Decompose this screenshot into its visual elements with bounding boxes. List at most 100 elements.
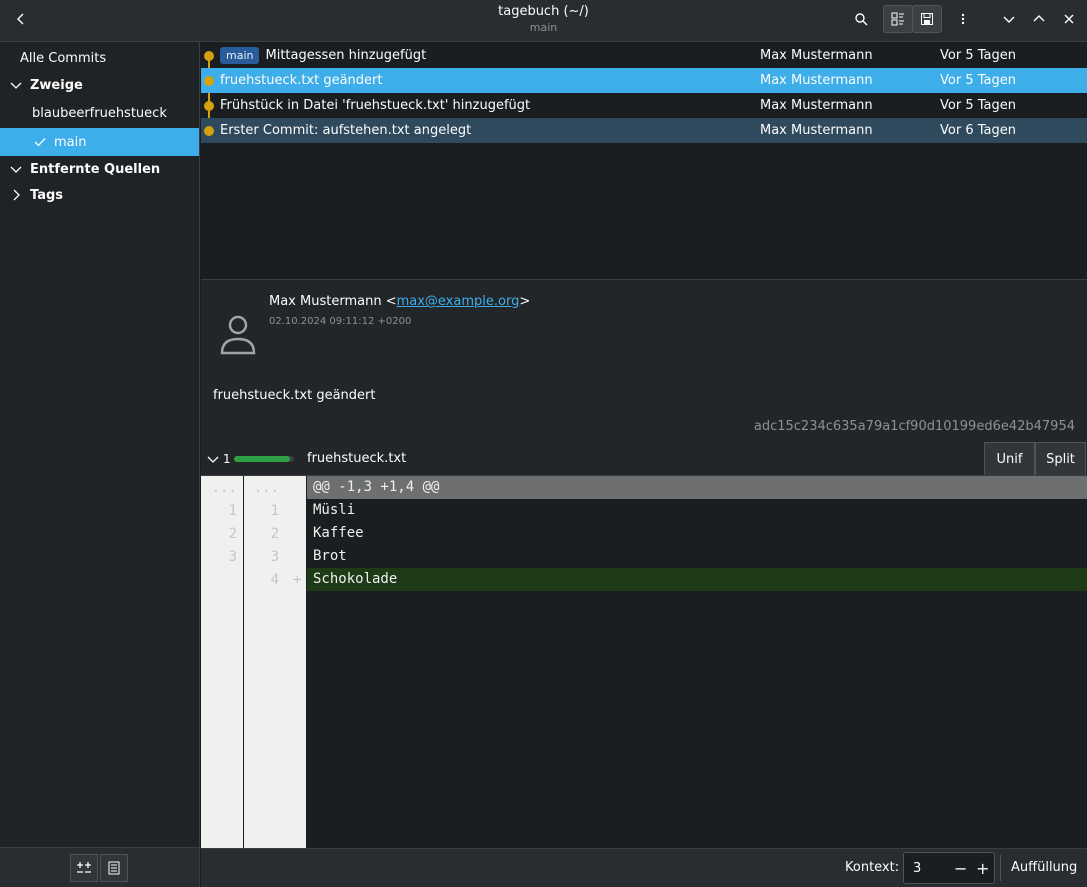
commit-node — [204, 76, 214, 86]
old-line-number: 1 — [228, 503, 237, 519]
new-line-number: 3 — [270, 549, 279, 565]
sidebar-section-label: Entfernte Quellen — [30, 161, 161, 177]
minimize-button[interactable] — [994, 5, 1024, 33]
status-bar: Kontext: 3 − + Auffüllung — [201, 848, 1087, 887]
diff-line: 1 1 Müsli — [201, 499, 1087, 522]
diff-view: ... ... @@ -1,3 +1,4 @@ 1 1 Müsli 2 2 Ka… — [201, 476, 1087, 848]
plus-minus-icon — [77, 862, 91, 873]
commit-hash[interactable]: adc15c234c635a79a1cf90d10199ed6e42b47954 — [754, 419, 1075, 434]
commit-message-cell: Frühstück in Datei 'fruehstueck.txt' hin… — [220, 98, 530, 113]
unified-view-button[interactable]: Unif — [984, 442, 1035, 475]
menu-button[interactable] — [948, 5, 978, 33]
diff-line-text: Brot — [313, 548, 347, 564]
search-button[interactable] — [846, 5, 876, 33]
chevron-down-icon[interactable] — [207, 453, 219, 465]
new-line-number: 4 — [270, 572, 279, 588]
chevron-up-icon — [1033, 15, 1045, 22]
commit-node — [204, 126, 214, 136]
list-view-button[interactable] — [883, 5, 913, 33]
sidebar: Alle Commits Zweige blaubeerfruehstueck … — [0, 42, 200, 887]
author-email-link[interactable]: max@example.org — [397, 294, 520, 309]
commit-node — [204, 51, 214, 61]
save-button[interactable] — [912, 5, 942, 33]
old-line-number: 3 — [228, 549, 237, 565]
commit-author: Max Mustermann — [760, 98, 873, 113]
branch-badge: main — [220, 47, 260, 64]
commit-row[interactable]: Frühstück in Datei 'fruehstueck.txt' hin… — [201, 93, 1087, 118]
sidebar-section-remotes[interactable]: Entfernte Quellen — [0, 156, 199, 182]
sidebar-section-tags[interactable]: Tags — [0, 182, 199, 208]
branch-label: blaubeerfruehstueck — [32, 105, 167, 121]
close-button[interactable] — [1054, 5, 1084, 33]
close-icon — [1064, 14, 1074, 24]
avatar-icon — [220, 315, 256, 355]
maximize-button[interactable] — [1024, 5, 1054, 33]
fill-toggle[interactable]: Auffüllung — [1011, 860, 1077, 875]
commit-full-message: fruehstueck.txt geändert — [213, 388, 376, 403]
document-button[interactable] — [100, 854, 128, 882]
sidebar-section-branches[interactable]: Zweige — [0, 72, 199, 98]
commit-row[interactable]: fruehstueck.txt geändert Max Mustermann … — [201, 68, 1087, 93]
new-line-number: 1 — [270, 503, 279, 519]
chevron-right-icon — [13, 189, 20, 201]
commit-date: Vor 5 Tagen — [940, 98, 1016, 113]
commit-author: Max Mustermann — [760, 48, 873, 63]
diff-line-added: 4 + Schokolade — [201, 568, 1087, 591]
commit-author: Max Mustermann — [760, 73, 873, 88]
diff-line-text: Kaffee — [313, 525, 364, 541]
context-spinbox[interactable]: 3 − + — [903, 852, 995, 884]
sidebar-footer — [0, 847, 199, 887]
diff-line: 3 3 Brot — [201, 545, 1087, 568]
sidebar-section-label: Zweige — [30, 77, 83, 93]
diff-line: 2 2 Kaffee — [201, 522, 1087, 545]
context-label: Kontext: — [845, 860, 900, 875]
commit-date: Vor 6 Tagen — [940, 123, 1016, 138]
commit-row[interactable]: main Mittagessen hinzugefügt Max Musterm… — [201, 43, 1087, 68]
change-bar-fill — [234, 456, 290, 462]
diff-line-text: @@ -1,3 +1,4 @@ — [313, 479, 440, 495]
document-icon — [108, 861, 120, 875]
new-line-number: 2 — [270, 526, 279, 542]
decrement-button[interactable]: − — [954, 859, 967, 878]
commit-message: fruehstueck.txt geändert — [220, 73, 383, 88]
commit-date: Vor 5 Tagen — [940, 48, 1016, 63]
chevron-down-icon — [1003, 16, 1015, 23]
checkmark-icon — [34, 138, 46, 147]
separator — [1000, 855, 1001, 881]
commit-message: Mittagessen hinzugefügt — [265, 48, 427, 63]
context-value[interactable]: 3 — [913, 861, 921, 876]
increment-button[interactable]: + — [976, 859, 989, 878]
author-name: Max Mustermann < — [269, 294, 397, 309]
commit-details: Max Mustermann <max@example.org> 02.10.2… — [201, 280, 1087, 442]
commit-message-cell: main Mittagessen hinzugefügt — [220, 47, 426, 64]
commit-message-cell: fruehstueck.txt geändert — [220, 73, 382, 88]
title-bar: tagebuch (~/) main — [0, 0, 1087, 42]
commit-timestamp: 02.10.2024 09:11:12 +0200 — [269, 316, 412, 327]
commit-row[interactable]: Erster Commit: aufstehen.txt angelegt Ma… — [201, 118, 1087, 143]
save-icon — [921, 13, 933, 25]
author-suffix: > — [519, 294, 531, 309]
sidebar-item-branch[interactable]: blaubeerfruehstueck — [0, 100, 199, 126]
change-count: 1 — [223, 452, 231, 466]
sidebar-item-label: Alle Commits — [20, 50, 107, 66]
diff-line-text: Müsli — [313, 502, 356, 518]
old-line-number: ... — [211, 480, 237, 496]
sidebar-item-all-commits[interactable]: Alle Commits — [0, 45, 199, 71]
commit-author: Max Mustermann — [760, 123, 873, 138]
commit-author-line: Max Mustermann <max@example.org> — [269, 294, 530, 309]
file-name: fruehstueck.txt — [307, 451, 407, 466]
diff-line-text: Schokolade — [313, 571, 398, 587]
kebab-menu-icon — [961, 13, 965, 25]
commit-date: Vor 5 Tagen — [940, 73, 1016, 88]
change-bar — [234, 456, 294, 462]
old-line-number: 2 — [228, 526, 237, 542]
sidebar-item-branch-main[interactable]: main — [0, 128, 199, 156]
commit-list: main Mittagessen hinzugefügt Max Musterm… — [201, 42, 1087, 280]
stage-all-button[interactable] — [70, 854, 98, 882]
file-header: 1 fruehstueck.txt Unif Split — [201, 442, 1087, 476]
diff-add-marker: + — [293, 572, 302, 588]
split-view-button[interactable]: Split — [1035, 442, 1086, 475]
chevron-down-icon — [10, 82, 22, 89]
commit-message: Erster Commit: aufstehen.txt angelegt — [220, 123, 472, 138]
branch-label: main — [54, 134, 87, 150]
